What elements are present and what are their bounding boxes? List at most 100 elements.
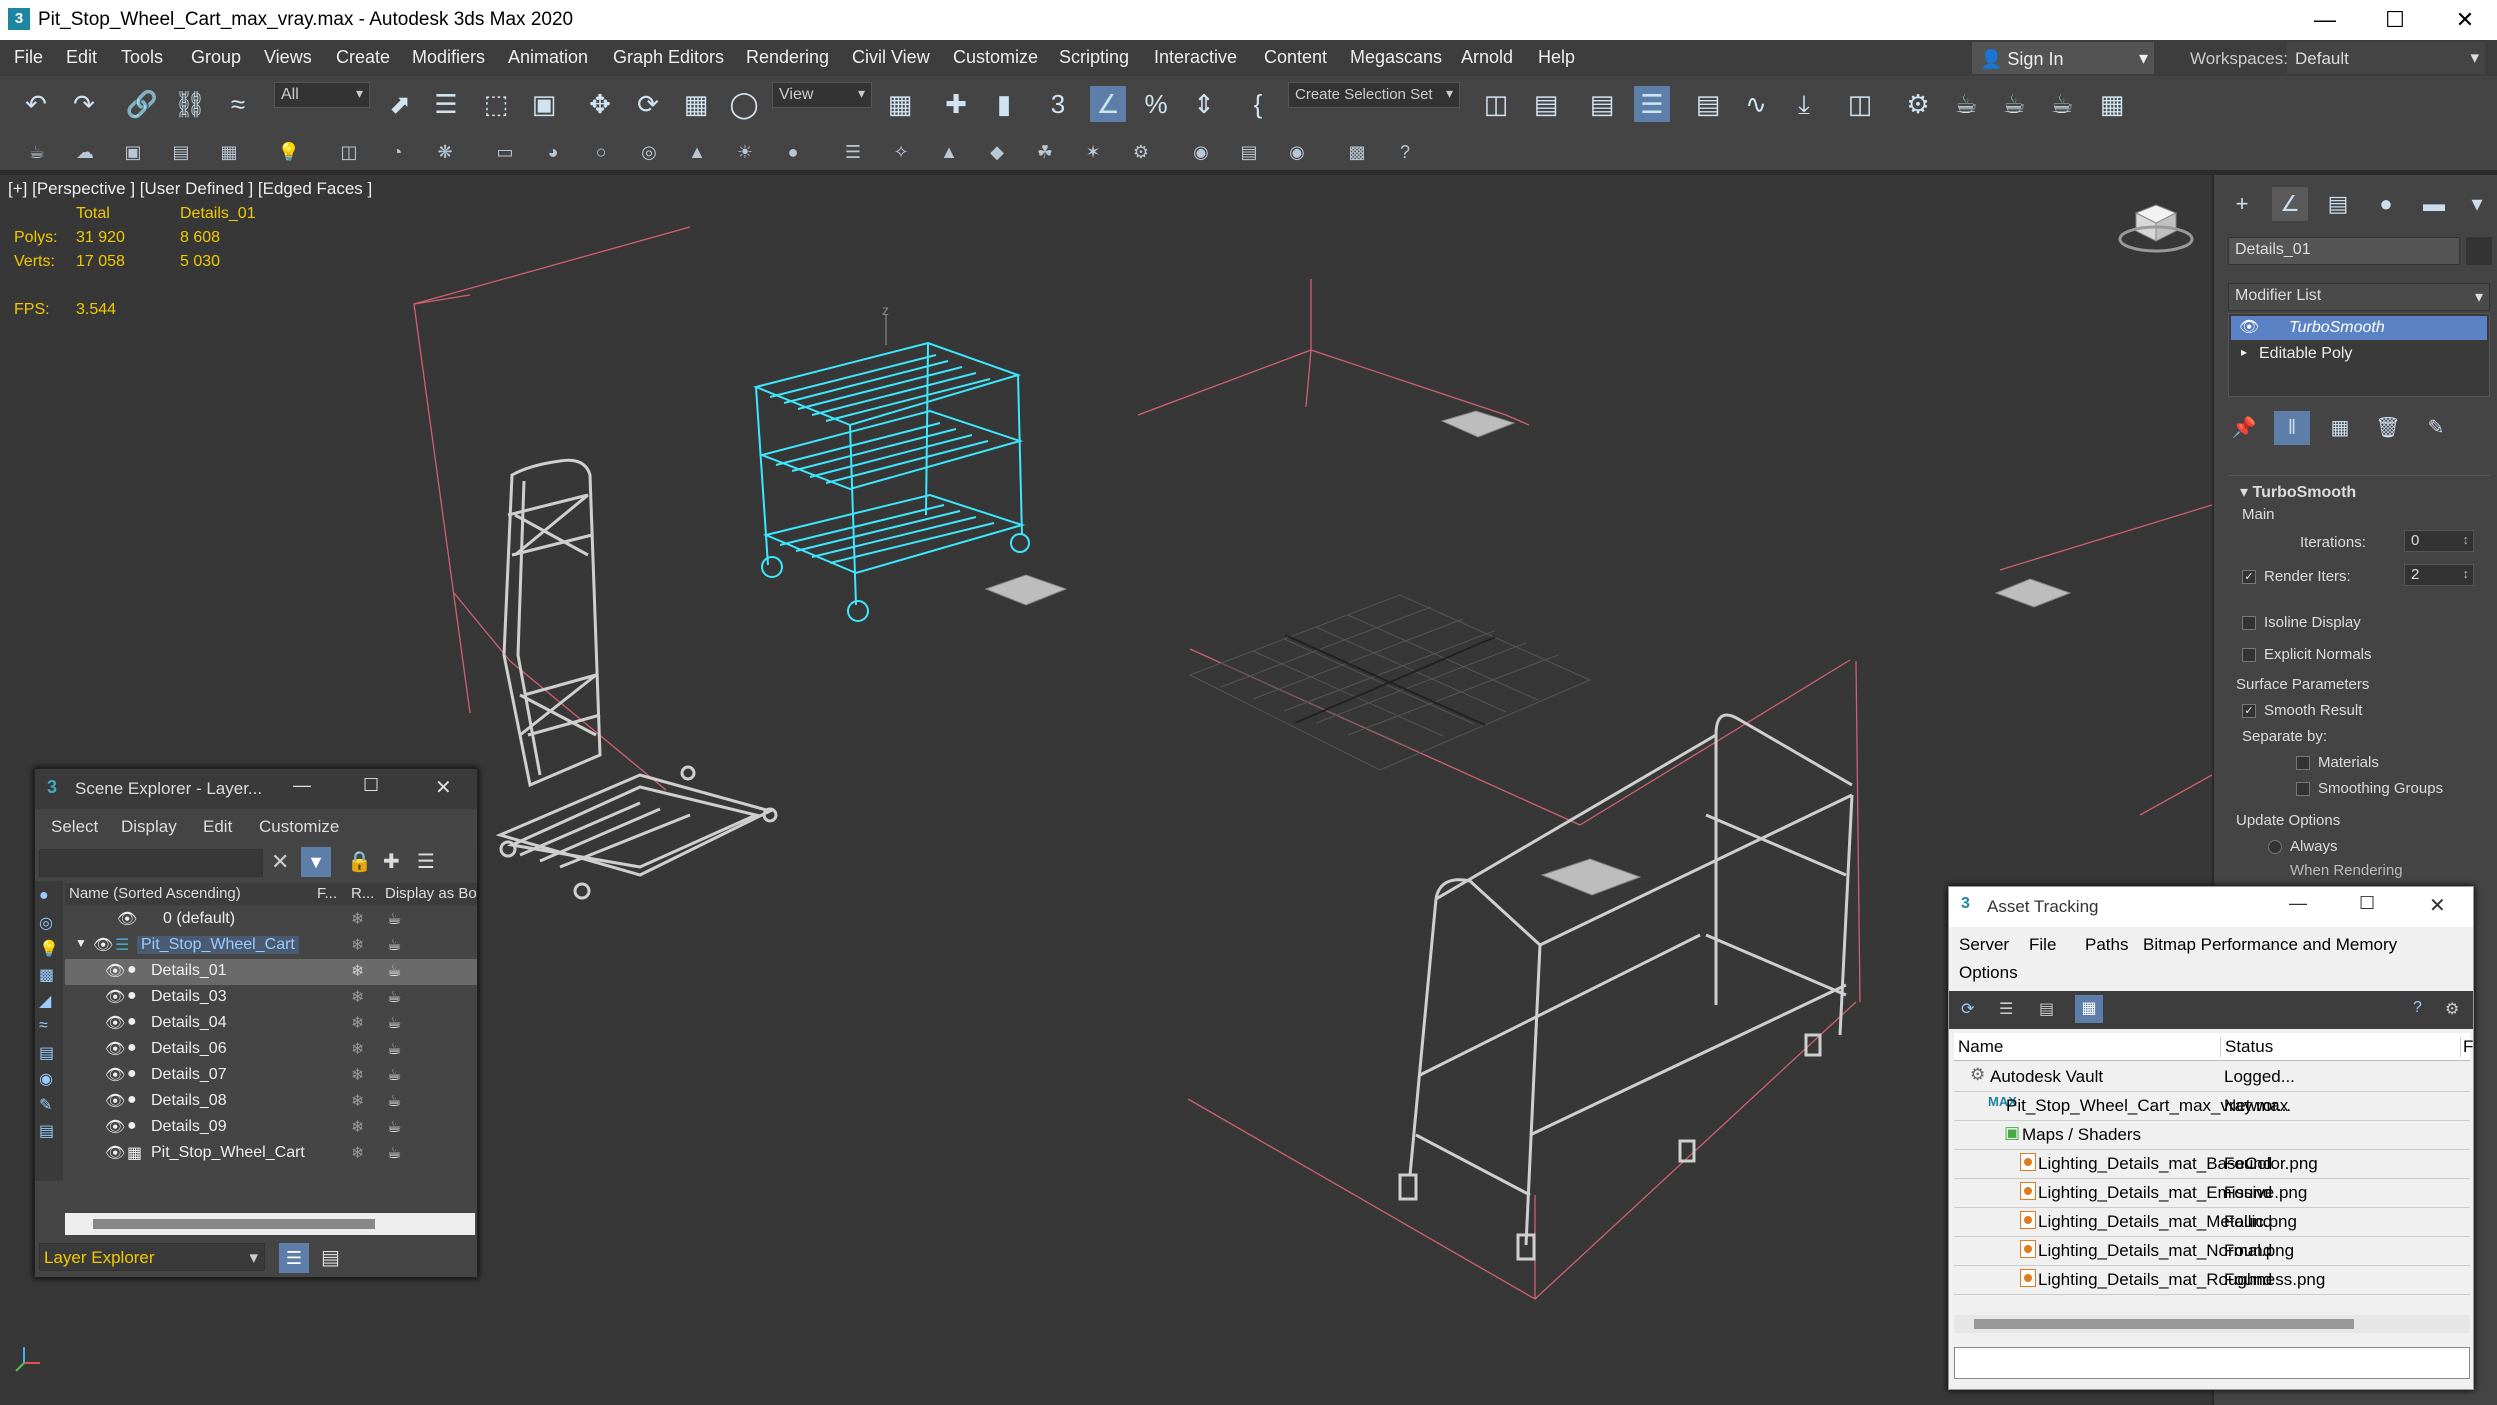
lock-icon[interactable]: 🔒	[347, 849, 372, 874]
stack-item-editable-poly[interactable]: ▸ Editable Poly	[2231, 342, 2487, 366]
column-display-as-box[interactable]: Display as Bo	[385, 885, 477, 902]
filter-bones-icon[interactable]: ✎	[39, 1095, 52, 1115]
sphere-icon[interactable]: ◔	[384, 139, 410, 165]
eye-icon[interactable]: 👁	[105, 1039, 125, 1059]
align-icon[interactable]: ▤	[1528, 86, 1564, 122]
utilities-tab-icon[interactable]: ▾	[2464, 187, 2490, 221]
table-view-icon[interactable]: ▦	[2075, 995, 2103, 1023]
asset-path-field[interactable]	[1954, 1347, 2470, 1379]
menu-scripting[interactable]: Scripting	[1059, 47, 1129, 68]
render-icon[interactable]: ☕	[387, 1039, 401, 1059]
sort-by-layer-icon[interactable]: ☰	[279, 1243, 309, 1273]
scene-explorer-toggle-icon[interactable]: ▤	[1584, 86, 1620, 122]
menu-select[interactable]: Select	[51, 817, 98, 837]
chevron-down-icon[interactable]: ▼	[75, 936, 87, 950]
freeze-icon[interactable]: ❄	[351, 1039, 364, 1059]
rotate-icon[interactable]: ⟳	[630, 86, 666, 122]
cone-icon[interactable]: ▲	[684, 139, 710, 165]
eye-icon[interactable]: 👁	[105, 1013, 125, 1033]
object-row-details-09[interactable]: 👁 ● Details_09 ❄ ☕	[65, 1115, 477, 1141]
list-icon[interactable]: ☰	[1999, 999, 2013, 1019]
menu-content[interactable]: Content	[1264, 47, 1327, 68]
horizontal-scrollbar[interactable]	[65, 1213, 475, 1235]
filter-groups-icon[interactable]: ▤	[39, 1043, 54, 1063]
asset-horizontal-scrollbar[interactable]	[1954, 1315, 2470, 1333]
filter-shapes-icon[interactable]: ◎	[39, 913, 53, 933]
freeze-icon[interactable]: ❄	[351, 1143, 364, 1163]
column-name[interactable]: Name	[1958, 1037, 2003, 1057]
show-end-result-icon[interactable]: ‖	[2274, 411, 2310, 445]
layer-row-default[interactable]: 👁 0 (default) ❄ ☕	[65, 907, 477, 933]
material-editor-icon[interactable]: ⚙	[1900, 86, 1936, 122]
menu-paths[interactable]: Paths	[2085, 935, 2128, 955]
asset-row-basecolor[interactable]: Lighting_Details_mat_BaseColor.png Found	[1954, 1150, 2470, 1179]
filter-helpers-icon[interactable]: ◢	[39, 991, 51, 1011]
remove-modifier-icon[interactable]: 🗑	[2370, 411, 2406, 445]
scrollbar-thumb[interactable]	[1974, 1319, 2354, 1329]
scene-explorer-titlebar[interactable]: 3 Scene Explorer - Layer... — ☐ ✕	[35, 769, 477, 809]
render-icon[interactable]: ☕	[387, 1117, 401, 1137]
curve-editor-icon[interactable]: ∿	[1738, 86, 1774, 122]
object-row-details-07[interactable]: 👁 ● Details_07 ❄ ☕	[65, 1063, 477, 1089]
menu-bitmap-performance[interactable]: Bitmap Performance and Memory	[2143, 935, 2397, 955]
pin-stack-icon[interactable]: 📌	[2226, 411, 2262, 445]
placement-icon[interactable]: ◯	[726, 86, 762, 122]
freeze-icon[interactable]: ❄	[351, 935, 364, 955]
layers-icon[interactable]: ☰	[417, 849, 435, 874]
panel-icon[interactable]: ▩	[1344, 139, 1370, 165]
materials-checkbox[interactable]	[2296, 756, 2310, 770]
eye-icon[interactable]: 👁	[93, 935, 113, 955]
bind-spacewarp-icon[interactable]: ≈	[220, 86, 256, 122]
asset-row-metallic[interactable]: Lighting_Details_mat_Metallic.png Found	[1954, 1208, 2470, 1237]
menu-interactive[interactable]: Interactive	[1154, 47, 1237, 68]
render-icon[interactable]: ☕	[387, 1143, 401, 1163]
schematic-view-icon[interactable]: ◫	[1842, 86, 1878, 122]
close-icon[interactable]: ✕	[2430, 0, 2497, 40]
sun-icon[interactable]: ☀	[732, 139, 758, 165]
freeze-icon[interactable]: ❄	[351, 961, 364, 981]
move-icon[interactable]: ✥	[582, 86, 618, 122]
make-unique-icon[interactable]: ▦	[2322, 411, 2358, 445]
filter-xrefs-icon[interactable]: ◉	[39, 1069, 53, 1089]
menu-rendering[interactable]: Rendering	[746, 47, 829, 68]
render-icon[interactable]: ☕	[387, 961, 401, 981]
sort-by-hierarchy-icon[interactable]: ▤	[321, 1245, 340, 1270]
object-row-group[interactable]: 👁 ▦ Pit_Stop_Wheel_Cart ❄ ☕	[65, 1141, 477, 1167]
refresh-icon[interactable]: ⟳	[1961, 999, 1974, 1019]
box-icon[interactable]: ▤	[168, 139, 194, 165]
freeze-icon[interactable]: ❄	[351, 1091, 364, 1111]
explicit-normals-checkbox[interactable]	[2242, 648, 2256, 662]
help-icon[interactable]: ?	[1392, 139, 1418, 165]
menu-edit[interactable]: Edit	[66, 47, 97, 68]
help-icon[interactable]: ?	[2413, 999, 2422, 1017]
render-setup-icon[interactable]: ☕	[1948, 86, 1984, 122]
modify-tab-icon[interactable]: ∠	[2272, 187, 2308, 221]
edit-named-selection-icon[interactable]: {	[1240, 86, 1276, 122]
asset-row-maps[interactable]: ▣ Maps / Shaders	[1954, 1121, 2470, 1150]
percent-snap-icon[interactable]: %	[1138, 86, 1174, 122]
render-icon[interactable]: ☕	[387, 1013, 401, 1033]
asset-row-emissive[interactable]: Lighting_Details_mat_Emissive.png Found	[1954, 1179, 2470, 1208]
object-name-field[interactable]: Details_01	[2228, 237, 2460, 265]
stack-item-turbosmooth[interactable]: 👁 TurboSmooth	[2231, 316, 2487, 340]
eye-icon[interactable]: 👁	[117, 909, 137, 929]
rendered-frame-icon[interactable]: ☕	[1996, 86, 2032, 122]
reference-coordinate-dropdown[interactable]: View	[772, 82, 872, 108]
menu-megascans[interactable]: Megascans	[1350, 47, 1442, 68]
gem-icon[interactable]: ◆	[984, 139, 1010, 165]
toggle-icon[interactable]: ◉	[1284, 139, 1310, 165]
freeze-icon[interactable]: ❄	[351, 1013, 364, 1033]
column-frozen[interactable]: F...	[317, 885, 337, 902]
scrollbar-thumb[interactable]	[93, 1219, 375, 1229]
menu-tools[interactable]: Tools	[121, 47, 163, 68]
render-icon[interactable]: ☕	[387, 1091, 401, 1111]
column-status[interactable]: Status	[2220, 1037, 2273, 1057]
render-icon[interactable]: ☕	[387, 1065, 401, 1085]
column-renderable[interactable]: R...	[351, 885, 374, 902]
hierarchy-tab-icon[interactable]: ▤	[2320, 187, 2356, 221]
eye-icon[interactable]: 👁	[2239, 317, 2259, 337]
select-manipulate-icon[interactable]: ✚	[938, 86, 974, 122]
add-layer-icon[interactable]: ✚	[383, 849, 400, 874]
asset-row-max-file[interactable]: MAX Pit_Stop_Wheel_Cart_max_vray.max Netwo…	[1954, 1092, 2470, 1121]
menu-file[interactable]: File	[2029, 935, 2056, 955]
